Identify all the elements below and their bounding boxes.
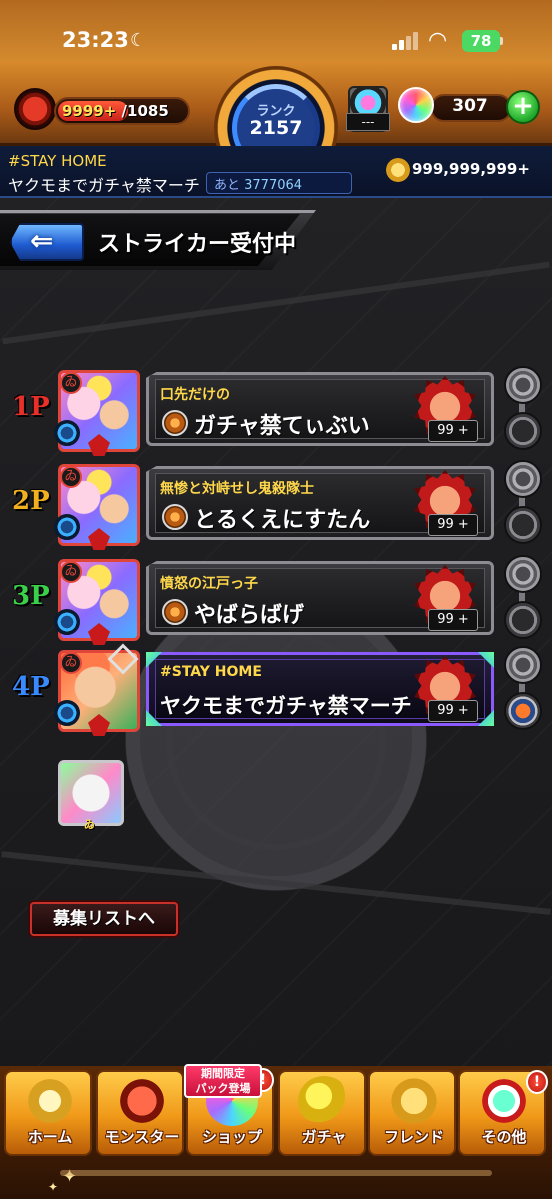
monster-badge-icon: ゐ xyxy=(60,466,82,488)
team-name: ヤクモまでガチャ禁マーチ xyxy=(8,176,200,195)
battery-tip xyxy=(500,37,503,45)
monster-badge-icon: ゐ xyxy=(60,561,82,583)
element-icon xyxy=(54,700,80,726)
slot-bottom-icon[interactable] xyxy=(504,412,542,450)
slot-top-icon[interactable] xyxy=(504,366,542,404)
player-name: ガチャ禁てぃぶい xyxy=(194,414,370,439)
gacha-icon xyxy=(298,1076,350,1126)
element-icon xyxy=(54,514,80,540)
moon-icon: ☾ xyxy=(130,30,147,51)
nav-label: その他 xyxy=(481,1128,527,1146)
slot-bottom-icon[interactable] xyxy=(504,692,542,730)
nav-label: ホーム xyxy=(27,1128,73,1146)
next-rank-label: あと xyxy=(214,178,245,193)
level-badge: 99 + xyxy=(428,700,478,722)
player-slot-label: 2P xyxy=(12,486,50,516)
nav-label: ショップ xyxy=(201,1128,262,1146)
helper-badge: ゐ xyxy=(84,818,95,831)
coin-value: 999,999,999+ xyxy=(412,160,530,178)
player-title: 憤怒の江戸っ子 xyxy=(160,576,258,592)
slot-bottom-icon[interactable] xyxy=(504,506,542,544)
back-arrow-icon: ⇐ xyxy=(30,224,54,257)
element-icon xyxy=(54,420,80,446)
monster-badge-icon: ゐ xyxy=(60,652,82,674)
orb-count: 307 xyxy=(452,96,488,116)
nav-friend[interactable]: フレンド xyxy=(368,1070,456,1156)
hand-icon xyxy=(162,504,188,530)
nav-label: フレンド xyxy=(383,1128,444,1146)
hand-icon xyxy=(162,410,188,436)
player-name: ヤクモまでガチャ禁マーチ xyxy=(160,694,412,718)
orb-slot-text: --- xyxy=(346,113,390,131)
nav-label: モンスター xyxy=(104,1128,180,1146)
player-title: 無惨と対峙せし鬼殺隊士 xyxy=(160,481,314,497)
status-time: 23:23 xyxy=(62,28,129,52)
home-icon xyxy=(24,1076,76,1126)
level-badge: 99 + xyxy=(428,609,478,631)
monster-icon xyxy=(116,1076,168,1126)
page-title: ストライカー受付中 xyxy=(98,232,297,257)
next-rank-value: 3777064 xyxy=(244,178,303,193)
coin-icon xyxy=(386,158,410,182)
level-badge: 99 + xyxy=(428,420,478,442)
shop-limited-banner: 期間限定 パック登場 xyxy=(184,1064,262,1098)
alert-badge-icon: ! xyxy=(526,1070,548,1094)
player-slot-label: 1P xyxy=(12,392,50,422)
player-title: #STAY HOME xyxy=(160,664,262,680)
orb-icon xyxy=(398,87,434,123)
slot-top-icon[interactable] xyxy=(504,460,542,498)
shop-banner-line1: 期間限定 xyxy=(201,1067,245,1080)
wifi-icon: ◠ xyxy=(428,28,448,53)
rank-value: 2157 xyxy=(249,117,303,139)
nav-label: ガチャ xyxy=(301,1128,347,1146)
signal-icon xyxy=(392,32,420,50)
monster-badge-icon: ゐ xyxy=(60,372,82,394)
element-icon xyxy=(54,609,80,635)
add-orb-button[interactable]: + xyxy=(506,90,540,124)
other-icon xyxy=(478,1076,530,1126)
player-name: やばらばげ xyxy=(194,603,305,628)
nav-monster[interactable]: モンスター xyxy=(96,1070,184,1156)
player-slot-label: 3P xyxy=(12,581,50,611)
sparkle-icon: ✦ xyxy=(48,1180,59,1194)
player-name: とるくえにすたん xyxy=(194,508,371,533)
shop-banner-line2: パック登場 xyxy=(195,1082,251,1095)
stamina-current: 9999+ xyxy=(62,102,117,120)
slot-bottom-icon[interactable] xyxy=(504,601,542,639)
friend-icon xyxy=(388,1076,440,1126)
level-badge: 99 + xyxy=(428,514,478,536)
battery-indicator: 78 xyxy=(462,30,500,52)
stamina-readout: 9999+ /1085 xyxy=(62,102,169,120)
nav-home[interactable]: ホーム xyxy=(4,1070,92,1156)
hand-icon xyxy=(162,599,188,625)
nav-gacha[interactable]: ガチャ xyxy=(278,1070,366,1156)
player-slot-label: 4P xyxy=(12,672,50,702)
team-tag: #STAY HOME xyxy=(8,152,107,170)
stamina-icon xyxy=(14,88,56,130)
slot-top-icon[interactable] xyxy=(504,555,542,593)
recruit-list-button[interactable]: 募集リストへ xyxy=(30,902,178,936)
player-title: 口先だけの xyxy=(160,387,230,403)
stamina-max: /1085 xyxy=(116,102,169,120)
next-rank-text: あと 3777064 xyxy=(214,174,302,193)
home-indicator xyxy=(60,1170,492,1176)
slot-top-icon[interactable] xyxy=(504,646,542,684)
